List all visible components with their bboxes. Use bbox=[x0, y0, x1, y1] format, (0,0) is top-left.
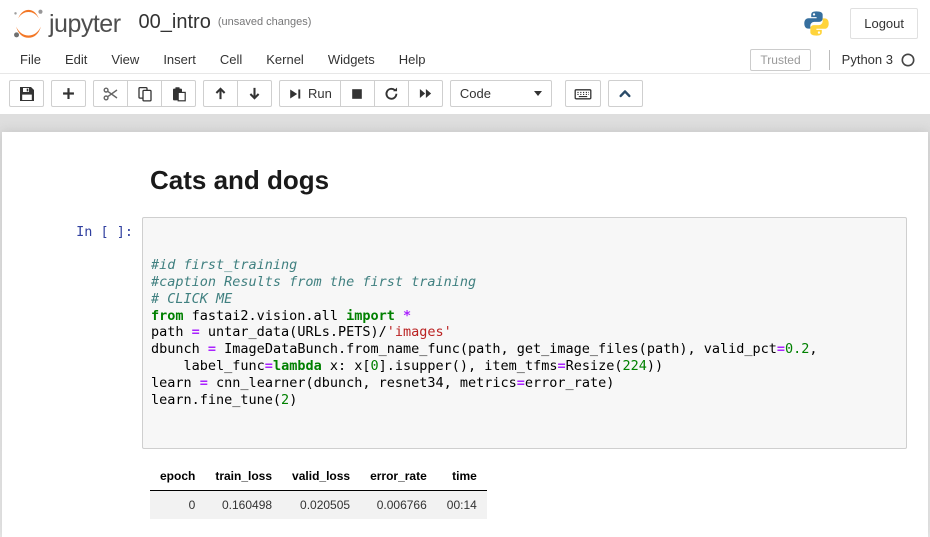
interrupt-kernel-button[interactable] bbox=[340, 80, 375, 107]
brand-text: jupyter bbox=[49, 12, 121, 40]
restart-run-all-button[interactable] bbox=[408, 80, 443, 107]
copy-cells-button[interactable] bbox=[127, 80, 162, 107]
restart-icon bbox=[384, 86, 399, 101]
menu-edit[interactable]: Edit bbox=[53, 47, 99, 72]
arrow-up-icon bbox=[213, 86, 228, 101]
table-header: train_loss bbox=[205, 462, 282, 491]
cell-type-value: Code bbox=[460, 86, 491, 101]
table-header: time bbox=[437, 462, 487, 491]
kernel-idle-icon bbox=[900, 52, 916, 68]
output-area: epochtrain_lossvalid_losserror_ratetime0… bbox=[150, 462, 928, 537]
save-button[interactable] bbox=[9, 80, 44, 107]
notebook-header: jupyter 00_intro (unsaved changes) Logou… bbox=[0, 0, 930, 46]
menu-kernel[interactable]: Kernel bbox=[254, 47, 316, 72]
run-button[interactable]: Run bbox=[279, 80, 341, 107]
table-header: epoch bbox=[150, 462, 205, 491]
paste-cells-button[interactable] bbox=[161, 80, 196, 107]
table-cell: 00:14 bbox=[437, 490, 487, 519]
output-tables: epochtrain_lossvalid_losserror_ratetime0… bbox=[150, 462, 928, 537]
run-button-label: Run bbox=[308, 86, 332, 101]
menu-cell[interactable]: Cell bbox=[208, 47, 254, 72]
jupyter-logo[interactable]: jupyter bbox=[12, 7, 121, 40]
move-cell-down-button[interactable] bbox=[237, 80, 272, 107]
copy-icon bbox=[137, 86, 153, 102]
clipboard-icon bbox=[171, 86, 187, 102]
table-cell: 0.160498 bbox=[205, 490, 282, 519]
stop-icon bbox=[350, 87, 364, 101]
arrow-down-icon bbox=[247, 86, 262, 101]
markdown-heading: Cats and dogs bbox=[150, 165, 928, 196]
plus-icon bbox=[61, 86, 76, 101]
site-background: Cats and dogs In [ ]: #id first_training… bbox=[0, 114, 930, 537]
kernel-name: Python 3 bbox=[842, 52, 893, 67]
table-cell: 0 bbox=[150, 490, 205, 519]
run-icon bbox=[288, 87, 302, 101]
training-results-table: epochtrain_lossvalid_losserror_ratetime0… bbox=[150, 462, 487, 519]
floppy-icon bbox=[19, 86, 35, 102]
save-status: (unsaved changes) bbox=[218, 16, 312, 30]
table-header: valid_loss bbox=[282, 462, 360, 491]
keyboard-icon bbox=[574, 86, 592, 102]
input-prompt: In [ ]: bbox=[2, 217, 142, 240]
table-header: error_rate bbox=[360, 462, 437, 491]
add-cell-button[interactable] bbox=[51, 80, 86, 107]
command-palette-button[interactable] bbox=[565, 80, 601, 107]
toolbar: Run Code bbox=[0, 74, 930, 114]
code-cell[interactable]: In [ ]: #id first_training#caption Resul… bbox=[2, 217, 928, 449]
menu-insert[interactable]: Insert bbox=[151, 47, 208, 72]
menu-help[interactable]: Help bbox=[387, 47, 438, 72]
cut-cells-button[interactable] bbox=[93, 80, 128, 107]
collapse-toolbar-button[interactable] bbox=[608, 80, 643, 107]
table-row: 00.1604980.0205050.00676600:14 bbox=[150, 490, 487, 519]
code-lines: #id first_training#caption Results from … bbox=[151, 257, 898, 409]
move-cell-up-button[interactable] bbox=[203, 80, 238, 107]
markdown-cell[interactable]: Cats and dogs bbox=[150, 165, 928, 196]
trusted-badge[interactable]: Trusted bbox=[750, 49, 810, 71]
notebook-container: Cats and dogs In [ ]: #id first_training… bbox=[2, 132, 928, 537]
table-cell: 0.006766 bbox=[360, 490, 437, 519]
menu-view[interactable]: View bbox=[99, 47, 151, 72]
restart-kernel-button[interactable] bbox=[374, 80, 409, 107]
menu-widgets[interactable]: Widgets bbox=[316, 47, 387, 72]
table-cell: 0.020505 bbox=[282, 490, 360, 519]
caret-down-icon bbox=[534, 91, 542, 96]
logout-button[interactable]: Logout bbox=[850, 8, 918, 39]
code-editor[interactable]: #id first_training#caption Results from … bbox=[142, 217, 907, 449]
menubar: File Edit View Insert Cell Kernel Widget… bbox=[0, 46, 930, 74]
chevron-up-icon bbox=[617, 86, 633, 101]
scissors-icon bbox=[103, 86, 119, 102]
divider bbox=[829, 50, 830, 70]
python-logo-icon bbox=[803, 10, 830, 37]
fast-forward-icon bbox=[418, 86, 433, 101]
jupyter-logo-icon bbox=[12, 7, 45, 40]
menu-file[interactable]: File bbox=[8, 47, 53, 72]
notebook-title[interactable]: 00_intro bbox=[139, 11, 211, 36]
cell-type-dropdown[interactable]: Code bbox=[450, 80, 552, 107]
